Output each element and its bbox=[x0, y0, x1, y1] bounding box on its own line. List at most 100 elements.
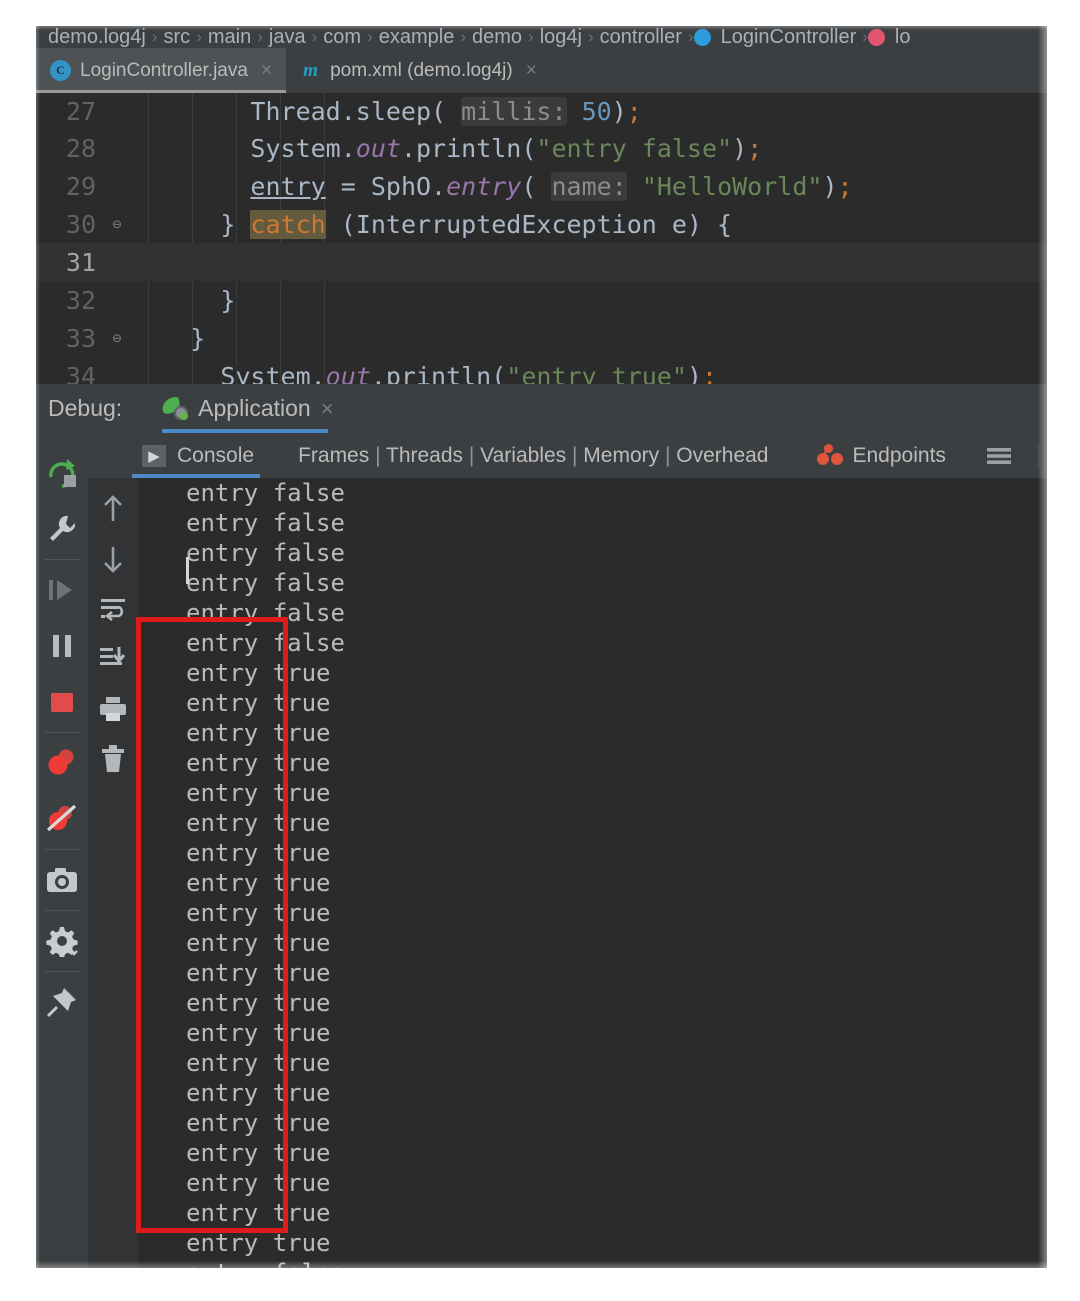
toolbar-divider bbox=[44, 910, 80, 911]
code-line-29[interactable]: 29 entry = SphO.entry( name: "HelloWorld… bbox=[36, 167, 1047, 205]
settings-icon[interactable] bbox=[36, 913, 88, 969]
java-class-icon: C bbox=[50, 60, 71, 81]
console-line: entry true bbox=[186, 929, 331, 957]
close-icon[interactable]: × bbox=[261, 60, 272, 82]
breadcrumb-item-controller[interactable]: controller bbox=[600, 26, 682, 48]
breadcrumb-separator: › bbox=[151, 27, 158, 46]
breadcrumb-separator: › bbox=[587, 27, 594, 46]
console-line: entry true bbox=[186, 1079, 331, 1107]
screenshot-root: demo.log4j › src › main › java › com › e… bbox=[0, 0, 1080, 1301]
console-text-caret bbox=[186, 557, 189, 584]
code-line-33[interactable]: 33 ⊖ } bbox=[36, 319, 1047, 357]
console-line: entry true bbox=[186, 719, 331, 747]
view-breakpoints-icon[interactable] bbox=[36, 735, 88, 791]
breadcrumb-item-com[interactable]: com bbox=[323, 26, 361, 48]
code-text: Thread.sleep( millis: 50); bbox=[250, 96, 642, 126]
hamburger-menu-icon[interactable] bbox=[986, 446, 1012, 466]
editor-tab-label: pom.xml (demo.log4j) bbox=[330, 59, 513, 81]
get-thread-dump-icon[interactable] bbox=[36, 852, 88, 908]
breadcrumb-separator: › bbox=[528, 27, 534, 46]
console-line: entry true bbox=[186, 1139, 331, 1167]
editor-tab-bar: C LoginController.java × m pom.xml (demo… bbox=[36, 48, 1047, 93]
pause-program-icon[interactable] bbox=[36, 618, 88, 674]
mute-breakpoints-icon[interactable] bbox=[36, 791, 88, 847]
edit-configurations-icon[interactable] bbox=[36, 501, 88, 557]
rerun-icon[interactable] bbox=[36, 445, 88, 501]
console-line: entry false bbox=[186, 509, 345, 537]
print-icon[interactable] bbox=[88, 684, 138, 734]
console-line: entry true bbox=[186, 1199, 331, 1227]
console-line: entry false bbox=[186, 599, 345, 627]
link-memory[interactable]: Memory bbox=[583, 444, 659, 467]
close-icon[interactable]: × bbox=[321, 396, 334, 422]
console-line: entry true bbox=[186, 869, 331, 897]
toolbar-divider bbox=[1037, 442, 1039, 469]
console-line: entry true bbox=[186, 779, 331, 807]
breadcrumb-item-src[interactable]: src bbox=[164, 26, 191, 48]
breadcrumb-separator: › bbox=[367, 27, 373, 46]
breadcrumb-item-class[interactable]: LoginController bbox=[721, 26, 857, 48]
toolbar-divider bbox=[44, 971, 80, 972]
class-icon bbox=[693, 28, 711, 46]
debug-session-tab-application[interactable]: Application × bbox=[160, 384, 341, 433]
tab-console[interactable]: ▶ Console bbox=[131, 433, 261, 478]
code-text: System.out.println("entry false"); bbox=[250, 133, 763, 163]
line-number: 28 bbox=[65, 133, 96, 163]
breadcrumb-item-demo[interactable]: demo bbox=[472, 26, 522, 48]
breadcrumb-item-method[interactable]: lo bbox=[895, 26, 911, 48]
fold-marker-collapse[interactable]: ⊖ bbox=[104, 215, 130, 233]
clear-all-icon[interactable] bbox=[88, 734, 138, 784]
tab-console-label: Console bbox=[177, 443, 255, 467]
close-icon[interactable]: × bbox=[526, 60, 537, 82]
console-line: entry false bbox=[186, 569, 345, 597]
console-toolbar-icons bbox=[986, 442, 1047, 469]
up-arrow-icon[interactable] bbox=[88, 484, 138, 534]
soft-wrap-lines-icon[interactable] bbox=[88, 584, 138, 634]
breadcrumb-item-java[interactable]: java bbox=[269, 26, 306, 48]
console-line: entry true bbox=[186, 809, 331, 837]
code-line-32[interactable]: 32 } bbox=[36, 281, 1047, 319]
tab-endpoints-label: Endpoints bbox=[852, 443, 946, 467]
breadcrumb-item-example[interactable]: example bbox=[379, 26, 455, 48]
endpoints-icon bbox=[816, 443, 843, 467]
spring-boot-debug-icon bbox=[160, 395, 189, 420]
tab-endpoints[interactable]: Endpoints bbox=[816, 443, 946, 468]
link-variables[interactable]: Variables bbox=[480, 444, 566, 467]
maven-icon: m bbox=[303, 59, 318, 81]
link-overhead[interactable]: Overhead bbox=[676, 444, 768, 467]
stop-program-icon[interactable] bbox=[36, 674, 88, 730]
toolbar-divider bbox=[44, 849, 80, 850]
breadcrumb-item-project[interactable]: demo.log4j bbox=[48, 26, 146, 48]
code-line-27[interactable]: 27 Thread.sleep( millis: 50); bbox=[36, 93, 1047, 129]
breadcrumb-separator: › bbox=[311, 27, 318, 46]
toolbar-divider bbox=[44, 732, 80, 733]
editor-tab-pomxml[interactable]: m pom.xml (demo.log4j) × bbox=[286, 48, 551, 93]
link-threads[interactable]: Threads bbox=[386, 444, 463, 467]
console-output[interactable]: entry false entry false entry false entr… bbox=[138, 478, 1047, 1268]
pin-tab-icon[interactable] bbox=[36, 974, 88, 1030]
resume-program-icon[interactable] bbox=[36, 562, 88, 618]
code-text: } bbox=[220, 285, 236, 315]
link-frames[interactable]: Frames bbox=[298, 444, 369, 467]
code-line-34[interactable]: 34 System.out.println("entry true"); bbox=[36, 357, 1047, 385]
line-number: 29 bbox=[65, 171, 96, 201]
debug-actions-toolbar bbox=[36, 433, 88, 1268]
breadcrumb-item-log4j[interactable]: log4j bbox=[540, 26, 582, 48]
code-text: System.out.println("entry true"); bbox=[220, 361, 718, 385]
code-line-30[interactable]: 30 ⊖ } catch (InterruptedException e) { bbox=[36, 205, 1047, 243]
run-console-icon: ▶ bbox=[142, 444, 166, 467]
breadcrumb[interactable]: demo.log4j › src › main › java › com › e… bbox=[36, 26, 1047, 48]
breadcrumb-separator: › bbox=[687, 27, 694, 46]
editor-tab-logincontroller[interactable]: C LoginController.java × bbox=[36, 48, 287, 93]
console-lines-after: entry false entry false bbox=[138, 1258, 1047, 1268]
fold-marker-collapse[interactable]: ⊖ bbox=[104, 329, 130, 347]
breadcrumb-item-main[interactable]: main bbox=[208, 26, 251, 48]
console-line: entry false bbox=[138, 1258, 1047, 1268]
code-editor[interactable]: 27 Thread.sleep( millis: 50); 28 System.… bbox=[36, 93, 1047, 384]
code-line-28[interactable]: 28 System.out.println("entry false"); bbox=[36, 129, 1047, 167]
console-line: entry true bbox=[186, 1169, 331, 1197]
down-arrow-icon[interactable] bbox=[88, 534, 138, 584]
breadcrumb-separator: › bbox=[460, 27, 467, 46]
code-line-31[interactable]: 31 bbox=[36, 243, 1047, 281]
scroll-to-end-icon[interactable] bbox=[88, 634, 138, 684]
